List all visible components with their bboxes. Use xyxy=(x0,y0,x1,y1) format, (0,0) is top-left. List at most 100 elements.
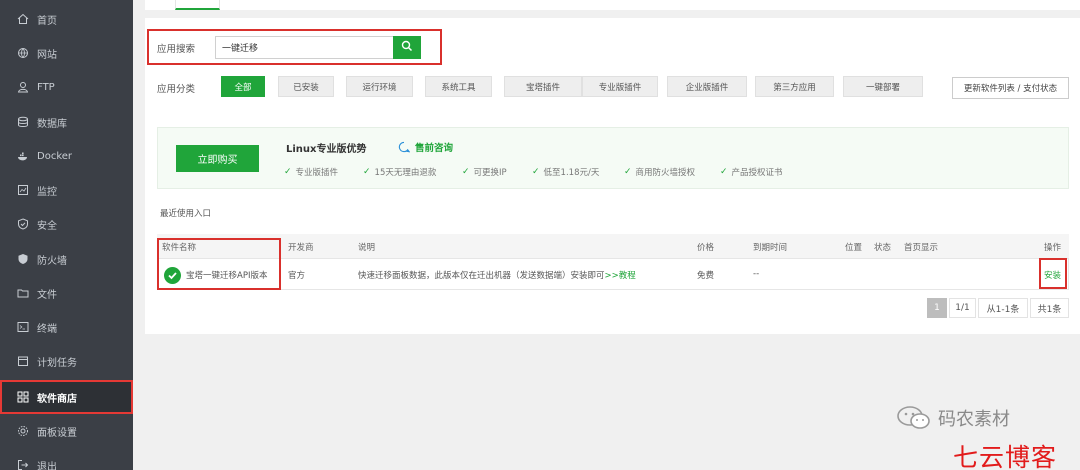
sidebar-item-label: 防火墙 xyxy=(37,255,67,267)
feature-label: 专业版插件 xyxy=(295,168,339,178)
sidebar-item-store[interactable]: 软件商店 xyxy=(0,380,133,414)
watermark: 码农素材 xyxy=(896,405,1010,431)
buy-now-button[interactable]: 立即购买 xyxy=(176,145,259,172)
sidebar-item-label: FTP xyxy=(37,81,55,93)
row-expire: -- xyxy=(753,269,760,279)
tutorial-link[interactable]: >>教程 xyxy=(605,271,636,281)
sidebar-item-ftp[interactable]: FTP xyxy=(0,70,133,104)
docker-icon xyxy=(17,150,29,162)
category-runtime[interactable]: 运行环境 xyxy=(346,76,413,97)
feature-label: 15天无理由退款 xyxy=(374,168,437,178)
header-position: 位置 xyxy=(845,243,863,253)
highlight-search xyxy=(147,29,442,65)
recent-entry-label: 最近使用入口 xyxy=(160,209,212,219)
feature-label: 可更换IP xyxy=(473,168,507,178)
firewall-icon xyxy=(17,253,29,265)
terminal-icon xyxy=(17,321,29,333)
promo-feature: ✓ 低至1.18元/天 xyxy=(532,166,599,178)
row-price: 免费 xyxy=(697,271,715,281)
sidebar-item-terminal[interactable]: 终端 xyxy=(0,310,133,344)
sidebar-item-label: 计划任务 xyxy=(37,357,77,369)
tab-active[interactable] xyxy=(175,0,220,10)
check-icon: ✓ xyxy=(284,167,292,177)
promo-feature: ✓ 可更换IP xyxy=(462,166,507,178)
monitor-icon xyxy=(17,184,29,196)
grid-icon xyxy=(17,391,29,403)
shield-icon xyxy=(17,218,29,230)
category-enterprise-plugins[interactable]: 企业版插件 xyxy=(667,76,747,97)
category-system-tools[interactable]: 系统工具 xyxy=(425,76,492,97)
sidebar-item-label: 退出 xyxy=(37,461,57,470)
sidebar-item-label: 安全 xyxy=(37,220,57,232)
database-icon xyxy=(17,116,29,128)
sidebar-item-settings[interactable]: 面板设置 xyxy=(0,414,133,448)
promo-feature: ✓ 商用防火墙授权 xyxy=(624,166,695,178)
sidebar-item-label: Docker xyxy=(37,150,73,162)
sidebar-item-monitor[interactable]: 监控 xyxy=(0,173,133,207)
sidebar: 首页 网站 FTP 数据库 Docker 监控 安全 防火墙 文件 终端 计划任… xyxy=(0,0,133,470)
category-bt-plugins[interactable]: 宝塔插件 xyxy=(504,76,582,97)
sidebar-item-label: 数据库 xyxy=(37,118,67,130)
highlight-install xyxy=(1039,258,1067,289)
sidebar-item-website[interactable]: 网站 xyxy=(0,36,133,70)
sidebar-item-label: 终端 xyxy=(37,323,57,335)
category-installed[interactable]: 已安装 xyxy=(278,76,334,97)
sidebar-item-label: 软件商店 xyxy=(37,393,77,405)
sidebar-item-label: 首页 xyxy=(37,15,57,27)
feature-label: 产品授权证书 xyxy=(731,168,783,178)
description-text: 快速迁移面板数据，此版本仅在迁出机器（发送数据端）安装即可 xyxy=(358,271,605,281)
consult-label: 售前咨询 xyxy=(415,143,454,154)
feature-label: 低至1.18元/天 xyxy=(543,168,600,178)
category-label: 应用分类 xyxy=(157,84,196,95)
sidebar-item-firewall[interactable]: 防火墙 xyxy=(0,242,133,276)
sidebar-item-home[interactable]: 首页 xyxy=(0,2,133,36)
ftp-icon xyxy=(17,81,29,93)
gear-icon xyxy=(17,425,29,437)
sidebar-item-label: 网站 xyxy=(37,49,57,61)
promo-feature: ✓ 15天无理由退款 xyxy=(363,166,436,178)
header-homepage: 首页显示 xyxy=(904,243,939,253)
sidebar-item-database[interactable]: 数据库 xyxy=(0,105,133,139)
folder-icon xyxy=(17,287,29,299)
row-description: 快速迁移面板数据，此版本仅在迁出机器（发送数据端）安装即可>>教程 xyxy=(358,269,636,281)
category-third-party[interactable]: 第三方应用 xyxy=(755,76,834,97)
blog-watermark: 七云博客 xyxy=(953,443,1058,470)
header-description: 说明 xyxy=(358,243,376,253)
category-one-click-deploy[interactable]: 一键部署 xyxy=(843,76,923,97)
category-pro-plugins[interactable]: 专业版插件 xyxy=(582,76,658,97)
sidebar-item-cron[interactable]: 计划任务 xyxy=(0,344,133,378)
promo-feature: ✓ 产品授权证书 xyxy=(720,166,783,178)
category-all[interactable]: 全部 xyxy=(221,76,265,97)
promo-feature: ✓ 专业版插件 xyxy=(284,166,338,178)
sidebar-item-security[interactable]: 安全 xyxy=(0,207,133,241)
row-developer: 官方 xyxy=(288,271,306,281)
sidebar-item-docker[interactable]: Docker xyxy=(0,139,133,173)
sidebar-item-label: 面板设置 xyxy=(37,427,77,439)
page-range: 从1-1条 xyxy=(978,298,1028,318)
presale-consult-link[interactable]: 售前咨询 xyxy=(398,140,453,154)
page-current[interactable]: 1 xyxy=(927,298,947,318)
header-action: 操作 xyxy=(1044,243,1062,253)
home-icon xyxy=(17,13,29,25)
header-price: 价格 xyxy=(697,243,715,253)
sidebar-item-label: 监控 xyxy=(37,186,57,198)
header-developer: 开发商 xyxy=(288,243,314,253)
watermark-text: 码农素材 xyxy=(938,409,1010,430)
globe-icon xyxy=(17,47,29,59)
update-list-button[interactable]: 更新软件列表 / 支付状态 xyxy=(952,77,1069,99)
check-icon: ✓ xyxy=(532,167,540,177)
promo-banner xyxy=(157,127,1069,189)
page-count: 1/1 xyxy=(949,298,976,318)
check-icon: ✓ xyxy=(363,167,371,177)
check-icon: ✓ xyxy=(720,167,728,177)
logout-icon xyxy=(17,459,29,470)
sidebar-item-files[interactable]: 文件 xyxy=(0,276,133,310)
sidebar-item-logout[interactable]: 退出 xyxy=(0,448,133,470)
check-icon: ✓ xyxy=(624,167,632,177)
calendar-icon xyxy=(17,355,29,367)
chat-icon xyxy=(398,141,411,154)
highlight-name-column xyxy=(157,238,281,290)
top-tab-strip xyxy=(145,0,1080,10)
promo-title: Linux专业版优势 xyxy=(286,144,367,155)
feature-label: 商用防火墙授权 xyxy=(635,168,696,178)
